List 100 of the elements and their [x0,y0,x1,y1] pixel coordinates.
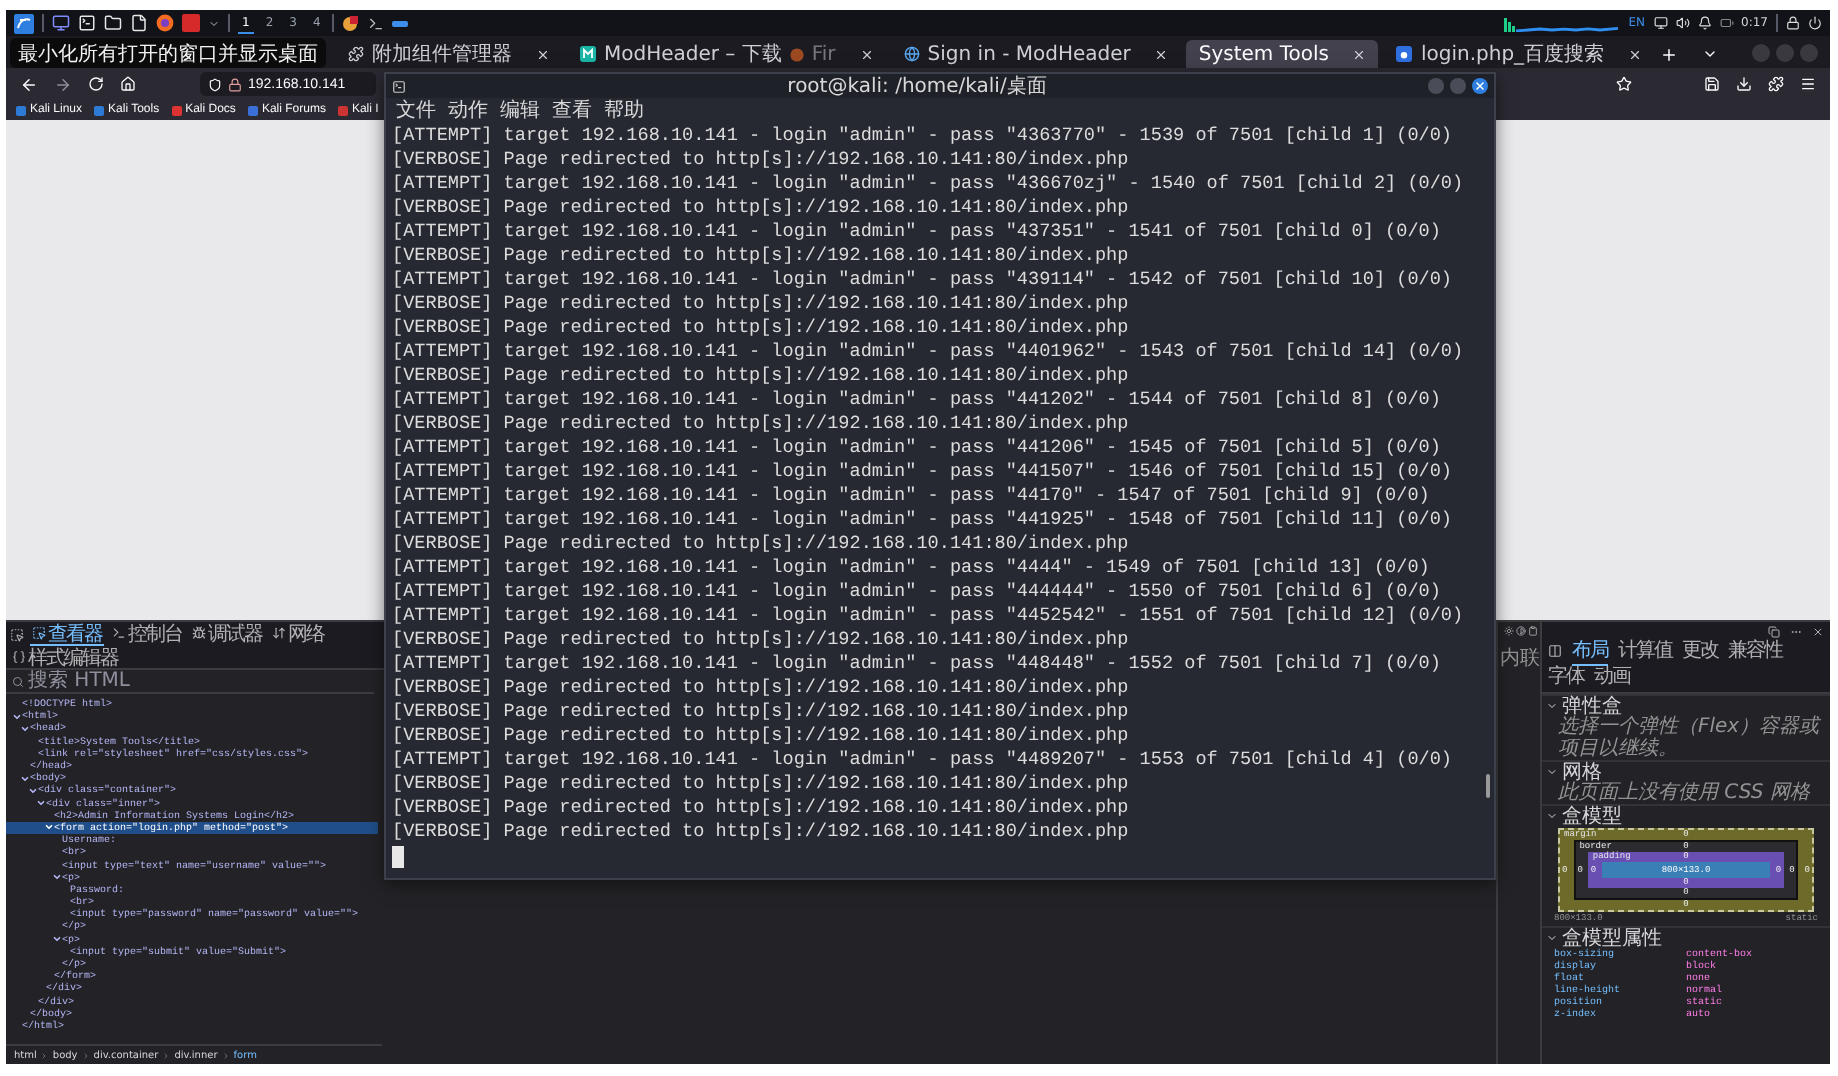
section-header[interactable]: 弹性盒 [1542,694,1830,716]
display-icon[interactable] [1653,16,1668,30]
close-icon[interactable] [859,47,874,61]
panel-toggle-icon[interactable] [1548,644,1562,658]
terminal-icon [392,79,406,93]
devtools-tab[interactable]: 网络 [270,622,326,646]
terminal-line: [VERBOSE] Page redirected to http[s]://192.168.10.141:80/index.php [392,772,1131,796]
terminal-line: [ATTEMPT] target 192.168.10.141 - login "admin" - pass "441202" - 1544 of 7501 [child 8] (0/0) [392,388,1443,412]
devtools-tab[interactable]: 控制台 [110,622,184,646]
sidebar-tab[interactable]: 布局 [1572,640,1608,666]
arrows-icon [272,626,286,640]
terminal-line: [ATTEMPT] target 192.168.10.141 - login "admin" - pass "4489207" - 1553 of 7501 [child 4] (0/0) [392,748,1455,772]
terminal-line: [VERBOSE] Page redirected to http[s]://192.168.10.141:80/index.php [392,700,1131,724]
console-icon [112,626,126,640]
dock-icon[interactable] [1768,625,1780,637]
terminal-line: [ATTEMPT] target 192.168.10.141 - login "admin" - pass "441507" - 1546 of 7501 [child 15] (0/0) [392,460,1455,484]
close-icon[interactable] [1628,47,1643,61]
bookmark-icon [247,105,258,115]
terminal-icon[interactable] [368,15,385,31]
section-header[interactable]: 盒模型属性 [1542,926,1830,948]
menu-item[interactable]: 查看 [552,96,592,124]
devtools-tab[interactable]: 样式编辑器 [10,646,120,670]
browser-tab[interactable]: Sign in - ModHeader [891,40,1181,68]
close-icon[interactable] [1154,47,1169,61]
reload-icon[interactable] [88,76,104,92]
app-menu-icon[interactable] [14,13,34,33]
terminal-line: [VERBOSE] Page redirected to http[s]://192.168.10.141:80/index.php [392,724,1131,748]
hint-text: 此页面上没有使用 CSS 网格 [1556,782,1813,804]
terminal-line: [ATTEMPT] target 192.168.10.141 - login "admin" - pass "4452542" - 1551 of 7501 [child 12] (0/0) [392,604,1466,628]
battery-icon[interactable] [1719,16,1734,30]
forward-icon[interactable] [54,75,72,93]
menu-item[interactable]: 文件 [396,96,436,124]
menu-item[interactable]: 帮助 [604,96,644,124]
dropdown-icon[interactable] [208,17,220,29]
browser-tab[interactable]: login.php_百度搜索 [1384,40,1655,68]
bookmark-icon [171,105,182,115]
terminal-line: [ATTEMPT] target 192.168.10.141 - login "admin" - pass "439114" - 1542 of 7501 [child 10] (0/0) [392,268,1455,292]
terminal-line: [VERBOSE] Page redirected to http[s]://192.168.10.141:80/index.php [392,412,1131,436]
devtools-tab[interactable]: 调试器 [190,622,264,646]
sidebar-tab[interactable]: 兼容性 [1728,640,1782,666]
inline-style-label: 内联 [1500,645,1540,672]
save-icon[interactable] [1704,76,1720,92]
menu-icon[interactable] [1800,76,1816,92]
section-header[interactable]: 网格 [1542,760,1830,782]
chevron-icon[interactable] [1702,46,1718,62]
light-mode-icon[interactable] [1504,626,1514,636]
bookmark-icon [337,105,348,115]
desktop-icon[interactable] [52,14,70,32]
close-icon[interactable] [1352,47,1367,61]
terminal-line: [VERBOSE] Page redirected to http[s]://192.168.10.141:80/index.php [392,364,1131,388]
power-icon[interactable] [1808,16,1822,30]
puzzle-icon[interactable] [1768,76,1784,92]
app-icon[interactable] [342,14,361,32]
scrollbar-thumb[interactable] [1486,774,1490,798]
shield-icon [208,77,222,91]
volume-icon[interactable] [1675,16,1690,30]
plus-icon[interactable] [1660,45,1679,63]
terminal-line: [VERBOSE] Page redirected to http[s]://192.168.10.141:80/index.php [392,532,1131,556]
clipboard-icon[interactable] [1528,626,1538,636]
cpu-graph-drawing [1504,14,1621,32]
search-icon [12,675,24,687]
back-icon[interactable] [20,75,38,93]
terminal-line: [VERBOSE] Page redirected to http[s]://192.168.10.141:80/index.php [392,292,1131,316]
bookmark-icon [16,105,26,115]
browser-tab[interactable]: ModHeader – 下载 Fir [568,40,886,68]
pointer-icon[interactable] [10,627,24,641]
bell-icon[interactable] [1697,16,1712,30]
search-field[interactable]: 搜索 HTML [28,670,148,692]
devtools-tab[interactable]: 查看器 [30,622,104,646]
terminal-line: [ATTEMPT] target 192.168.10.141 - login "admin" - pass "436670zj" - 1540 of 7501 [child 2] (0/0) [392,172,1466,196]
home-icon[interactable] [120,76,136,92]
contrast-icon[interactable] [1516,626,1526,636]
menu-item[interactable]: 动作 [448,96,488,124]
menu-item[interactable]: 编辑 [500,96,540,124]
close-icon[interactable] [1812,625,1824,637]
terminal-line: [VERBOSE] Page redirected to http[s]://192.168.10.141:80/index.php [392,244,1131,268]
folder-icon[interactable] [104,14,122,32]
extension-icon [580,46,596,62]
sidebar-tab[interactable]: 更改 [1682,640,1718,666]
browser-tab[interactable]: System Tools [1186,40,1379,68]
sidebar-tab[interactable]: 动画 [1594,666,1630,692]
terminal-line: [ATTEMPT] target 192.168.10.141 - login "admin" - pass "4401962" - 1543 of 7501 [child 14] (0/0) [392,340,1466,364]
download-icon[interactable] [1736,76,1752,92]
file-icon[interactable] [130,14,148,32]
section-header[interactable]: 盒模型 [1542,804,1830,826]
terminal-line: [ATTEMPT] target 192.168.10.141 - login "admin" - pass "44170" - 1547 of 7501 [child 9] (0/0) [392,484,1432,508]
lock-icon[interactable] [1786,16,1800,30]
bookmark-icon [94,105,105,115]
terminal-icon[interactable] [78,14,96,32]
globe-icon [903,46,920,62]
terminal-line: [VERBOSE] Page redirected to http[s]://192.168.10.141:80/index.php [392,796,1131,820]
terminal-line: [VERBOSE] Page redirected to http[s]://192.168.10.141:80/index.php [392,676,1131,700]
sidebar-tab[interactable]: 计算值 [1618,640,1672,666]
terminal-line: [VERBOSE] Page redirected to http[s]://192.168.10.141:80/index.php [392,316,1131,340]
sidebar-tab[interactable]: 字体 [1548,666,1584,692]
terminal-line: [VERBOSE] Page redirected to http[s]://192.168.10.141:80/index.php [392,628,1131,652]
close-icon[interactable] [536,47,550,61]
browser-tab[interactable]: 附加组件管理器 [336,40,562,68]
star-icon[interactable] [1616,76,1632,92]
terminal-line: [VERBOSE] Page redirected to http[s]://192.168.10.141:80/index.php [392,820,1131,844]
